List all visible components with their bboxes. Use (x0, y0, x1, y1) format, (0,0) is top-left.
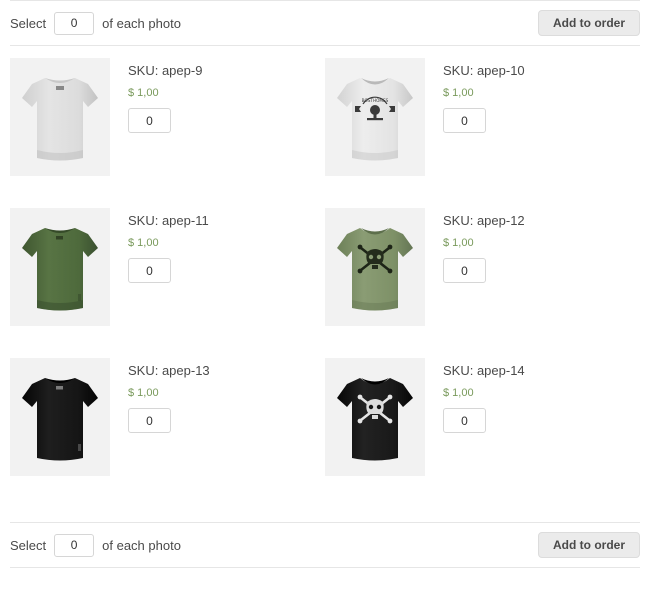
product-info: SKU: apep-10 $ 1,00 (425, 58, 525, 208)
product-card: SKU: apep-14 $ 1,00 (325, 358, 640, 508)
product-price: $ 1,00 (443, 87, 474, 99)
product-picker-page: Select of each photo Add to order (0, 0, 650, 592)
product-quantity-input[interactable] (443, 108, 486, 133)
tshirt-black-front-skull-photo[interactable] (325, 358, 425, 476)
product-price: $ 1,00 (128, 387, 159, 399)
tshirt-green-back-photo[interactable] (10, 208, 110, 326)
product-sku: SKU: apep-13 (128, 363, 210, 378)
product-card: SKU: apep-9 $ 1,00 (10, 58, 325, 208)
product-card: SKU: apep-12 $ 1,00 (325, 208, 640, 358)
product-info: SKU: apep-12 $ 1,00 (425, 208, 525, 358)
bulk-select-suffix-label-top: of each photo (102, 15, 181, 31)
product-price: $ 1,00 (443, 237, 474, 249)
bottom-divider (10, 567, 640, 568)
product-quantity-input[interactable] (443, 408, 486, 433)
product-card: SKU: apep-11 $ 1,00 (10, 208, 325, 358)
tshirt-white-front-emblem-photo[interactable]: BOSTHOMES (325, 58, 425, 176)
product-info: SKU: apep-11 $ 1,00 (110, 208, 209, 358)
bulk-select-suffix-label-bottom: of each photo (102, 537, 181, 553)
product-quantity-input[interactable] (128, 258, 171, 283)
product-sku: SKU: apep-14 (443, 363, 525, 378)
product-info: SKU: apep-14 $ 1,00 (425, 358, 525, 508)
product-grid-row: SKU: apep-9 $ 1,00 0 BOSTHOMES SKU: apep… (10, 58, 640, 208)
bulk-quantity-input-top[interactable] (54, 11, 95, 35)
bulk-select-prefix-label-top: Select (10, 15, 47, 31)
product-info: SKU: apep-9 $ 1,00 (110, 58, 202, 208)
tshirt-green-front-skull-photo[interactable] (325, 208, 425, 326)
product-sku: SKU: apep-11 (128, 213, 209, 228)
product-quantity-input[interactable] (128, 108, 171, 133)
product-quantity-input[interactable] (443, 258, 486, 283)
tshirt-black-back-photo[interactable] (10, 358, 110, 476)
product-grid: SKU: apep-9 $ 1,00 0 BOSTHOMES SKU: apep… (0, 46, 650, 508)
product-price: $ 1,00 (443, 387, 474, 399)
product-price: $ 1,00 (128, 87, 159, 99)
add-to-order-button-bottom[interactable]: Add to order (538, 532, 640, 558)
svg-text:BOSTHOMES: BOSTHOMES (362, 98, 389, 103)
product-grid-row: SKU: apep-13 $ 1,00 0 SKU: apep-14 $ 1,0… (10, 358, 640, 508)
product-card: BOSTHOMES SKU: apep-10 $ 1,00 (325, 58, 640, 208)
product-sku: SKU: apep-10 (443, 63, 525, 78)
add-to-order-button-top[interactable]: Add to order (538, 10, 640, 36)
product-grid-row: SKU: apep-11 $ 1,00 0 SKU: apep-12 $ 1,0… (10, 208, 640, 358)
bulk-select-bar-top: Select of each photo Add to order (0, 1, 650, 45)
tshirt-white-back-photo[interactable] (10, 58, 110, 176)
product-sku: SKU: apep-9 (128, 63, 203, 78)
bulk-select-bar-bottom: Select of each photo Add to order (0, 523, 650, 567)
grid-bottom-spacer (0, 508, 650, 522)
product-card: SKU: apep-13 $ 1,00 (10, 358, 325, 508)
product-info: SKU: apep-13 $ 1,00 (110, 358, 210, 508)
product-sku: SKU: apep-12 (443, 213, 525, 228)
bulk-quantity-input-bottom[interactable] (54, 533, 95, 557)
product-quantity-input[interactable] (128, 408, 171, 433)
bulk-select-prefix-label-bottom: Select (10, 537, 47, 553)
product-price: $ 1,00 (128, 237, 159, 249)
